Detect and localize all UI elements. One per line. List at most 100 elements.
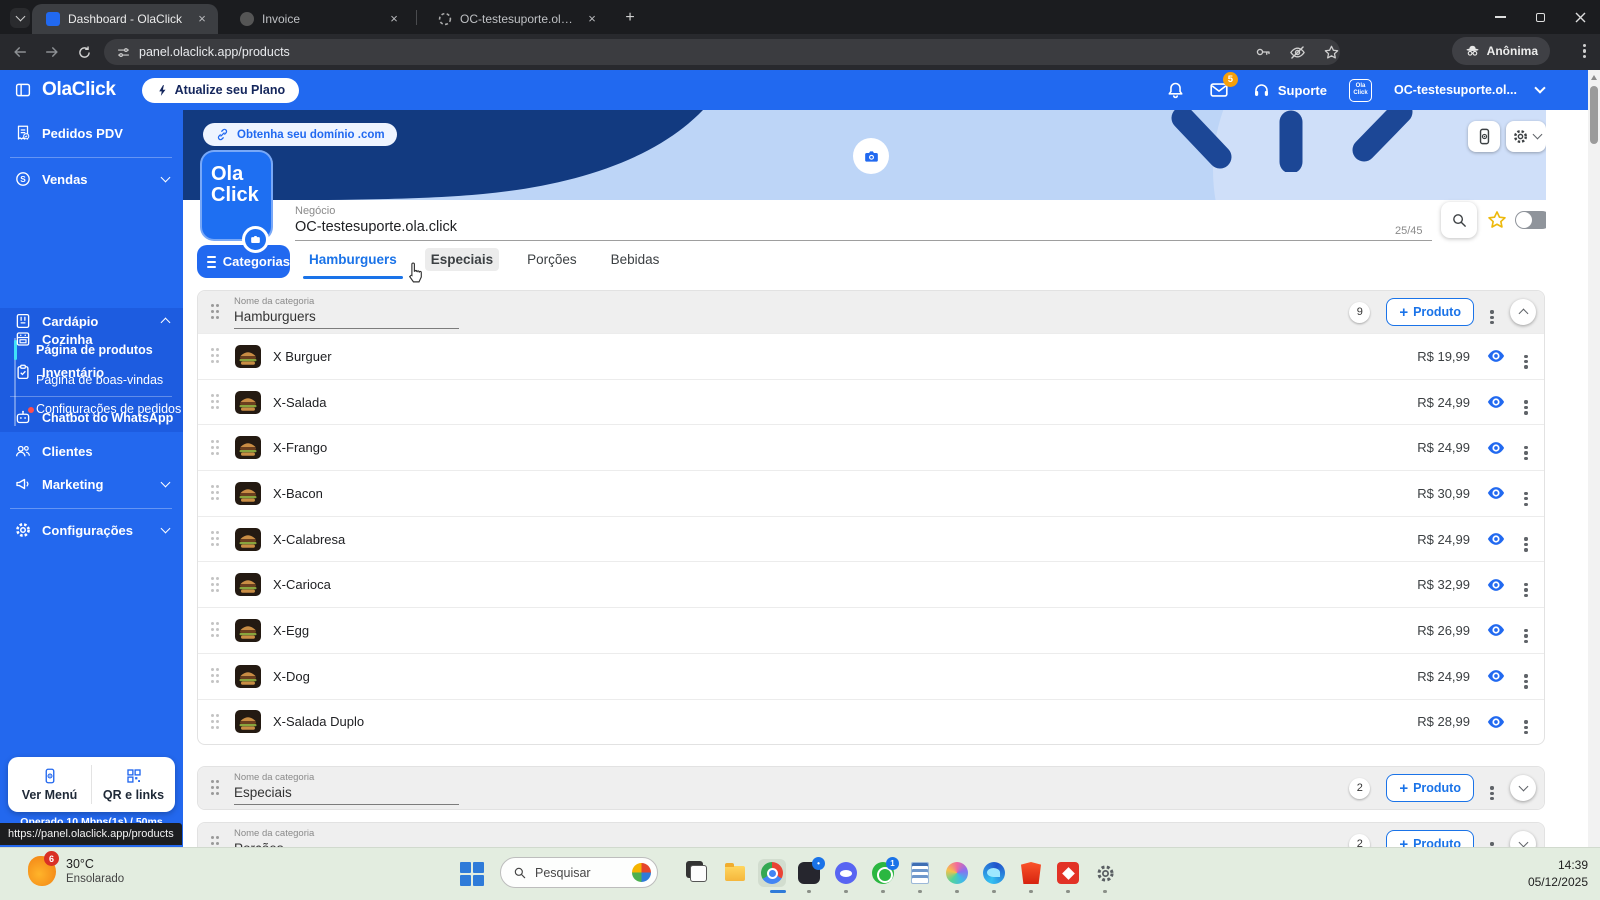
logo-camera-button[interactable] [242, 226, 269, 253]
expand-button[interactable] [1510, 775, 1536, 801]
maximize-button[interactable] [1520, 0, 1560, 34]
category-name-field[interactable]: Nome da categoria Hamburguers [234, 296, 459, 329]
drag-handle-icon[interactable] [211, 394, 221, 410]
sidebar-item-vendas[interactable]: Vendas [0, 168, 183, 190]
kebab-menu-icon[interactable] [1524, 629, 1528, 632]
inbox-mail-icon[interactable]: 5 [1208, 79, 1230, 101]
tab-close-icon[interactable]: × [194, 11, 210, 27]
drag-handle-icon[interactable] [211, 485, 221, 501]
expand-button[interactable] [1510, 831, 1536, 847]
sidebar-item-marketing[interactable]: Marketing [0, 473, 183, 495]
reload-icon[interactable] [72, 40, 96, 64]
product-name[interactable]: X-Egg [273, 623, 309, 638]
cover-camera-button[interactable] [853, 138, 889, 174]
bookmark-star-icon[interactable] [1323, 44, 1340, 61]
support-button[interactable]: Suporte [1252, 81, 1327, 100]
product-price[interactable]: R$ 28,99 [1417, 714, 1470, 729]
get-domain-button[interactable]: Obtenha seu domínio .com [203, 123, 397, 146]
product-name[interactable]: X-Dog [273, 669, 310, 684]
product-image[interactable] [235, 573, 261, 596]
ver-menu-button[interactable]: Ver Menú [8, 757, 91, 812]
password-key-icon[interactable] [1254, 43, 1272, 61]
preview-phone-button[interactable] [1468, 121, 1500, 152]
drag-handle-icon[interactable] [211, 780, 221, 796]
sidebar-toggle-icon[interactable] [14, 81, 32, 99]
search-products-button[interactable] [1441, 202, 1477, 238]
minimize-button[interactable] [1480, 0, 1520, 34]
store-open-toggle[interactable] [1515, 211, 1546, 229]
product-name[interactable]: X-Calabresa [273, 532, 345, 547]
incognito-badge[interactable]: Anônima [1452, 37, 1550, 65]
task-view-button[interactable] [684, 859, 712, 887]
categories-button[interactable]: Categorias [197, 245, 290, 278]
product-image[interactable] [235, 391, 261, 414]
new-tab-button[interactable]: + [620, 8, 640, 28]
kebab-menu-icon[interactable] [1524, 720, 1528, 723]
qr-links-button[interactable]: QR e links [92, 757, 175, 812]
tab-search-caret[interactable] [10, 8, 30, 28]
eye-off-icon[interactable] [1288, 43, 1307, 62]
product-name[interactable]: X-Bacon [273, 486, 323, 501]
page-settings-button[interactable] [1506, 121, 1546, 152]
scrollbar-thumb[interactable] [1590, 86, 1598, 144]
kebab-menu-icon[interactable] [1524, 446, 1528, 449]
account-name[interactable]: OC-testesuporte.ol... [1394, 83, 1514, 97]
category-name-field[interactable]: Nome da categoria Especiais [234, 772, 459, 805]
drag-handle-icon[interactable] [211, 836, 221, 847]
product-price[interactable]: R$ 19,99 [1417, 349, 1470, 364]
product-price[interactable]: R$ 30,99 [1417, 486, 1470, 501]
notes-app-button[interactable] [906, 859, 934, 887]
discord-button[interactable] [832, 859, 860, 887]
product-price[interactable]: R$ 26,99 [1417, 623, 1470, 638]
tab-bebidas[interactable]: Bebidas [605, 248, 666, 271]
drag-handle-icon[interactable] [211, 668, 221, 684]
drag-handle-icon[interactable] [211, 348, 221, 364]
drag-handle-icon[interactable] [211, 714, 221, 730]
browser-tab-info[interactable]: OC-testesuporte.ola.click - Info × [424, 4, 608, 34]
add-product-button[interactable]: Produto [1386, 830, 1474, 847]
kebab-menu-icon[interactable] [1524, 674, 1528, 677]
sidebar-item-clientes[interactable]: Clientes [0, 440, 183, 462]
scroll-up-arrow[interactable] [1591, 75, 1597, 80]
browser-tab-dashboard[interactable]: Dashboard - OlaClick × [32, 4, 218, 34]
visibility-eye-icon[interactable] [1486, 575, 1506, 595]
kebab-menu-icon[interactable] [1490, 786, 1494, 789]
product-image[interactable] [235, 436, 261, 459]
visibility-eye-icon[interactable] [1486, 392, 1506, 412]
account-chevron-down-icon[interactable] [1534, 82, 1545, 93]
collapse-button[interactable] [1510, 299, 1536, 325]
visibility-eye-icon[interactable] [1486, 438, 1506, 458]
anydesk-button[interactable]: • [795, 859, 823, 887]
visibility-eye-icon[interactable] [1486, 712, 1506, 732]
drag-handle-icon[interactable] [211, 622, 221, 638]
red-app-button[interactable] [1054, 859, 1082, 887]
product-name[interactable]: X-Salada Duplo [273, 714, 364, 729]
tab-close-icon[interactable]: × [584, 11, 600, 27]
sidebar-item-cozinha[interactable]: Cozinha [0, 328, 183, 350]
tab-especiais[interactable]: Especiais [425, 248, 499, 271]
weather-widget[interactable]: 6 30°C Ensolarado [28, 856, 124, 886]
kebab-menu-icon[interactable] [1490, 842, 1494, 845]
tab-porcoes[interactable]: Porções [521, 248, 583, 271]
kebab-menu-icon[interactable] [1524, 400, 1528, 403]
product-price[interactable]: R$ 24,99 [1417, 532, 1470, 547]
kebab-menu-icon[interactable] [1524, 492, 1528, 495]
sidebar-item-inventario[interactable]: Inventário [0, 361, 183, 383]
product-image[interactable] [235, 345, 261, 368]
taskbar-clock[interactable]: 14:39 05/12/2025 [1528, 857, 1588, 891]
drag-handle-icon[interactable] [211, 440, 221, 456]
tab-hamburguers[interactable]: Hamburguers [303, 248, 403, 271]
business-name-input[interactable]: OC-testesuporte.ola.click [295, 219, 457, 235]
whatsapp-button[interactable]: 1 [869, 859, 897, 887]
close-window-button[interactable] [1560, 0, 1600, 34]
brave-button[interactable] [1017, 859, 1045, 887]
edge-button[interactable] [980, 859, 1008, 887]
page-scrollbar[interactable] [1588, 70, 1600, 847]
add-product-button[interactable]: Produto [1386, 298, 1474, 326]
kebab-menu-icon[interactable] [1490, 310, 1494, 313]
kebab-menu-icon[interactable] [1524, 583, 1528, 586]
visibility-eye-icon[interactable] [1486, 483, 1506, 503]
sidebar-item-configuracoes[interactable]: Configurações [0, 519, 183, 541]
favorite-star-icon[interactable] [1486, 209, 1508, 231]
kebab-menu-icon[interactable] [1524, 355, 1528, 358]
